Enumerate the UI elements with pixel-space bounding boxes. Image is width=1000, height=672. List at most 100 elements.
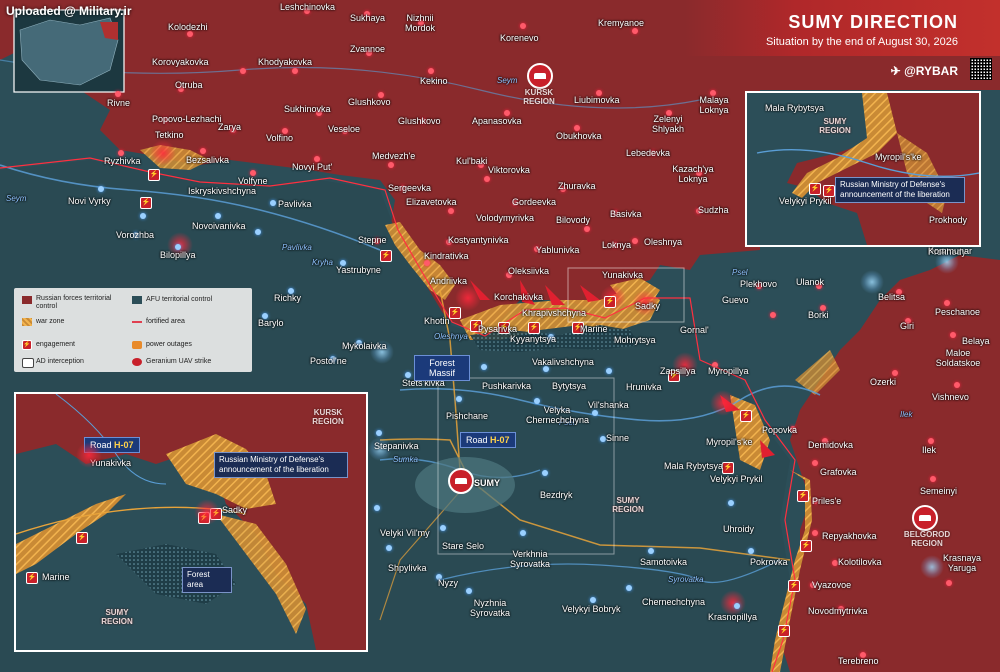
town-dot[interactable] bbox=[812, 530, 818, 536]
engagement-icon[interactable]: ⚡ bbox=[722, 462, 734, 474]
map-canvas[interactable]: ⚡ ⚡ ⚡ ⚡ ⚡ ⚡ ⚡ ⚡ ⚡ ⚡ ⚡ ⚡ ⚡ ⚡ ⚡ ⚡ SUMY DIR… bbox=[0, 0, 1000, 672]
place-label: Korovyakovka bbox=[152, 57, 209, 67]
engagement-icon[interactable]: ⚡ bbox=[148, 169, 160, 181]
engagement-glow bbox=[76, 442, 102, 468]
town-dot[interactable] bbox=[292, 68, 298, 74]
town-dot[interactable] bbox=[728, 500, 734, 506]
place-label: Vyazovoe bbox=[812, 580, 852, 590]
town-dot[interactable] bbox=[484, 176, 490, 182]
town-dot[interactable] bbox=[946, 580, 952, 586]
town-dot[interactable] bbox=[388, 162, 394, 168]
town-dot[interactable] bbox=[734, 603, 740, 609]
river-label: Pavlivka bbox=[282, 243, 312, 252]
place-label: Glushkovo bbox=[398, 116, 441, 126]
town-dot[interactable] bbox=[115, 91, 121, 97]
place-label: Peschanoe bbox=[935, 307, 981, 317]
river-label: Kryha bbox=[312, 258, 333, 267]
town-dot[interactable] bbox=[592, 410, 598, 416]
engagement-icon[interactable]: ⚡ bbox=[76, 532, 88, 544]
geranium-strike-icon[interactable] bbox=[912, 505, 938, 531]
town-dot[interactable] bbox=[481, 364, 487, 370]
place-label: Khrapivshchyna bbox=[522, 308, 587, 318]
town-dot[interactable] bbox=[928, 438, 934, 444]
town-dot[interactable] bbox=[270, 200, 276, 206]
town-dot[interactable] bbox=[200, 148, 206, 154]
town-dot[interactable] bbox=[376, 430, 382, 436]
town-dot[interactable] bbox=[606, 368, 612, 374]
town-dot[interactable] bbox=[812, 460, 818, 466]
town-dot[interactable] bbox=[448, 208, 454, 214]
town-dot[interactable] bbox=[590, 597, 596, 603]
town-dot[interactable] bbox=[456, 396, 462, 402]
place-label: Sukhinovka bbox=[284, 104, 331, 114]
place-label: Zapsillya bbox=[660, 366, 696, 376]
engagement-icon[interactable]: ⚡ bbox=[380, 250, 392, 262]
town-dot[interactable] bbox=[98, 186, 104, 192]
engagement-icon[interactable]: ⚡ bbox=[778, 625, 790, 637]
town-dot[interactable] bbox=[386, 545, 392, 551]
town-dot[interactable] bbox=[748, 548, 754, 554]
town-dot[interactable] bbox=[944, 300, 950, 306]
place-label: Kostyantynivka bbox=[448, 235, 509, 245]
place-label: Vil'shanka bbox=[588, 400, 629, 410]
place-label: Nyzy bbox=[438, 578, 458, 588]
inset-ne-region: SUMY REGION bbox=[819, 117, 851, 135]
engagement-icon[interactable]: ⚡ bbox=[449, 307, 461, 319]
place-label: Khotin bbox=[424, 316, 450, 326]
place-label: Ulanok bbox=[796, 277, 825, 287]
town-dot[interactable] bbox=[632, 28, 638, 34]
town-dot[interactable] bbox=[584, 226, 590, 232]
engagement-icon[interactable]: ⚡ bbox=[788, 580, 800, 592]
town-dot[interactable] bbox=[770, 312, 776, 318]
engagement-icon[interactable]: ⚡ bbox=[740, 410, 752, 422]
town-dot[interactable] bbox=[950, 332, 956, 338]
place-label: Maloe Soldatskoe bbox=[935, 348, 981, 368]
engagement-icon[interactable]: ⚡ bbox=[140, 197, 152, 209]
place-label: Obukhovka bbox=[556, 131, 602, 141]
town-dot[interactable] bbox=[632, 238, 638, 244]
place-label: Viktorovka bbox=[488, 165, 530, 175]
town-dot[interactable] bbox=[648, 548, 654, 554]
town-dot[interactable] bbox=[240, 68, 246, 74]
sumy-city-icon[interactable] bbox=[448, 468, 474, 494]
inset-sw-announcement: Russian Ministry of Defense's announceme… bbox=[214, 452, 348, 478]
place-label: Guevo bbox=[722, 295, 749, 305]
town-dot[interactable] bbox=[466, 588, 472, 594]
town-dot[interactable] bbox=[520, 530, 526, 536]
place-label: Bilovody bbox=[556, 215, 591, 225]
town-dot[interactable] bbox=[520, 23, 526, 29]
legend-swatch-warzone bbox=[22, 318, 32, 326]
inset-map-ne[interactable]: Mala Rybytsya SUMY REGION Myropil's'ke V… bbox=[745, 91, 981, 247]
town-dot[interactable] bbox=[954, 382, 960, 388]
town-dot[interactable] bbox=[542, 470, 548, 476]
legend-fortified: fortified area bbox=[146, 318, 185, 325]
town-dot[interactable] bbox=[255, 229, 261, 235]
engagement-icon[interactable]: ⚡ bbox=[797, 490, 809, 502]
river-label: Ilek bbox=[900, 410, 913, 419]
town-dot[interactable] bbox=[440, 525, 446, 531]
engagement-icon[interactable]: ⚡ bbox=[809, 183, 821, 195]
inset-map-sw[interactable]: KURSK REGION SUMY REGION Road H-07 Yunak… bbox=[14, 392, 368, 652]
town-dot[interactable] bbox=[534, 398, 540, 404]
engagement-icon[interactable]: ⚡ bbox=[823, 185, 835, 197]
place-label: Vishnevo bbox=[932, 392, 969, 402]
place-label: Borki bbox=[808, 310, 829, 320]
place-label: Kolodezhi bbox=[168, 22, 208, 32]
town-dot[interactable] bbox=[626, 585, 632, 591]
place-label: Pavlivka bbox=[278, 199, 312, 209]
place-label: Volfyne bbox=[238, 176, 268, 186]
geranium-strike-icon[interactable] bbox=[527, 63, 553, 89]
engagement-icon[interactable]: ⚡ bbox=[800, 540, 812, 552]
engagement-icon[interactable]: ⚡ bbox=[26, 572, 38, 584]
qr-code-icon[interactable] bbox=[970, 58, 992, 80]
engagement-icon[interactable]: ⚡ bbox=[604, 296, 616, 308]
town-dot[interactable] bbox=[140, 213, 146, 219]
town-dot[interactable] bbox=[892, 370, 898, 376]
engagement-icon[interactable]: ⚡ bbox=[528, 322, 540, 334]
place-label: Stare Selo bbox=[442, 541, 485, 551]
town-dot[interactable] bbox=[428, 68, 434, 74]
town-dot[interactable] bbox=[930, 476, 936, 482]
river-label: Seym bbox=[6, 194, 27, 203]
town-dot[interactable] bbox=[374, 505, 380, 511]
town-dot[interactable] bbox=[215, 213, 221, 219]
